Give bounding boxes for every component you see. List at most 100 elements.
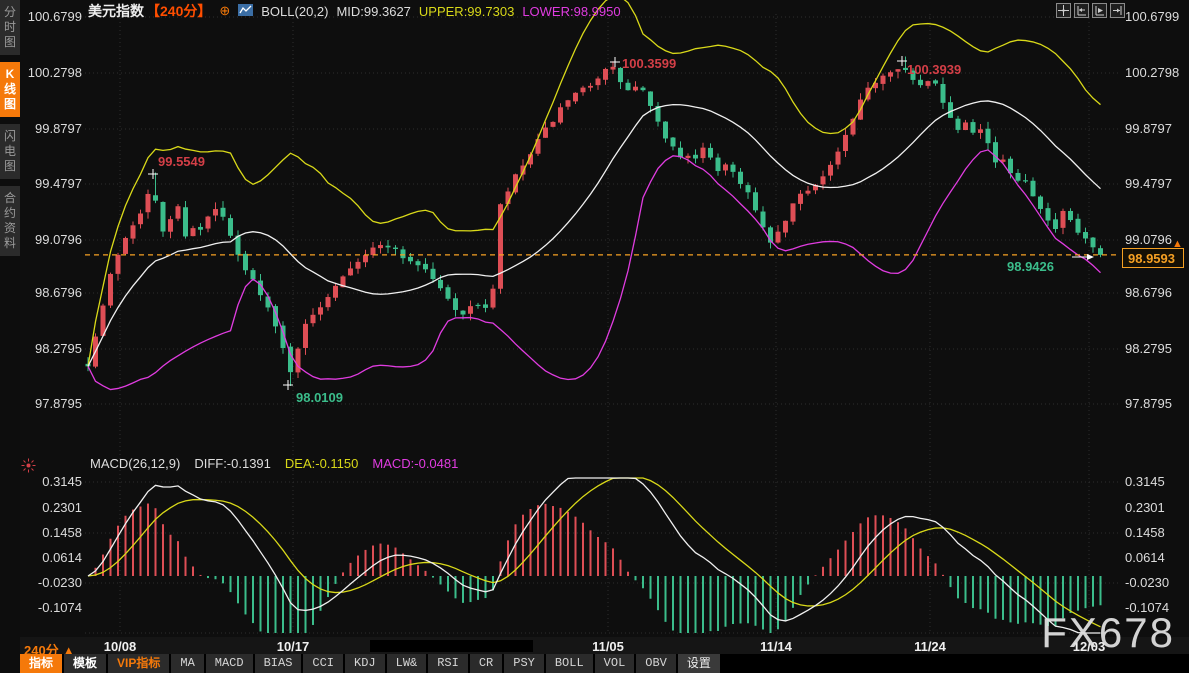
candle-body xyxy=(423,264,428,269)
sidebar-tab-4[interactable]: 合 约 资 料 xyxy=(0,186,20,256)
macd-dea-value: DEA:-0.1150 xyxy=(285,456,358,471)
candle-body xyxy=(356,262,361,269)
candle-body xyxy=(1091,238,1096,248)
candle-body xyxy=(723,164,728,170)
macd-axis-label-left: -0.0230 xyxy=(38,575,82,590)
candle-body xyxy=(431,269,436,279)
candle-body xyxy=(198,227,203,230)
candle-body xyxy=(738,172,743,184)
chart-toolbar xyxy=(1056,3,1125,18)
date-label: 11/24 xyxy=(914,639,947,654)
macd-macd-value: MACD:-0.0481 xyxy=(372,456,458,471)
candle-body xyxy=(731,165,736,172)
candle-body xyxy=(116,255,121,274)
indicator-settings-icon[interactable] xyxy=(21,458,36,478)
compress-x-icon[interactable] xyxy=(1074,3,1089,18)
candle-body xyxy=(1031,181,1036,197)
menu-button-OBV[interactable]: OBV xyxy=(636,654,678,673)
candle-body xyxy=(828,165,833,176)
candle-body xyxy=(131,225,136,238)
macd-params-label: MACD(26,12,9) xyxy=(90,456,180,471)
y-axis-label-right: 99.0796 xyxy=(1125,232,1172,247)
candle-body xyxy=(948,102,953,118)
candle-body xyxy=(633,87,638,91)
plus-circle-icon[interactable]: ⊕ xyxy=(219,3,230,19)
menu-button-LW&[interactable]: LW& xyxy=(387,654,429,673)
y-axis-label-left: 100.2798 xyxy=(28,65,82,80)
menu-button-VIP指标[interactable]: VIP指标 xyxy=(108,654,171,673)
date-label: 10/17 xyxy=(277,639,310,654)
candle-body xyxy=(161,202,166,232)
menu-button-指标[interactable]: 指标 xyxy=(20,654,64,673)
candle-body xyxy=(476,305,481,306)
candle-body xyxy=(888,72,893,76)
candle-body xyxy=(333,286,338,298)
candle-body xyxy=(978,129,983,133)
boll-mid-line xyxy=(88,101,1101,366)
pan-icon[interactable] xyxy=(1056,3,1071,18)
candle-body xyxy=(348,268,353,275)
candle-body xyxy=(183,207,188,236)
menu-button-KDJ[interactable]: KDJ xyxy=(345,654,387,673)
candle-body xyxy=(963,122,968,130)
candle-body xyxy=(708,148,713,158)
macd-axis-label-right: 0.0614 xyxy=(1125,550,1165,565)
candle-body xyxy=(671,138,676,147)
y-axis-label-right: 98.2795 xyxy=(1125,341,1172,356)
sidebar-tab-3[interactable]: 闪 电 图 xyxy=(0,124,20,179)
macd-diff-value: DIFF:-0.1391 xyxy=(194,456,271,471)
price-up-arrow-icon: ▲ xyxy=(1172,238,1183,250)
macd-axis-label-right: 0.2301 xyxy=(1125,500,1165,515)
menu-button-PSY[interactable]: PSY xyxy=(504,654,546,673)
candle-body xyxy=(303,324,308,348)
candle-body xyxy=(371,248,376,256)
menu-button-模板[interactable]: 模板 xyxy=(64,654,108,673)
candle-body xyxy=(693,155,698,159)
chart-canvas[interactable]: 100.6799100.6799100.2798100.279899.87979… xyxy=(0,0,1189,673)
candle-body xyxy=(251,270,256,279)
menu-button-MA[interactable]: MA xyxy=(171,654,205,673)
candle-body xyxy=(221,208,226,217)
sidebar-tab-2[interactable]: K 线 图 xyxy=(0,62,20,117)
arrow-marker-head xyxy=(1087,254,1094,260)
candle-body xyxy=(746,185,751,192)
shift-right-icon[interactable] xyxy=(1110,3,1125,18)
boll-upper-value: UPPER:99.7303 xyxy=(419,4,514,19)
menu-button-CCI[interactable]: CCI xyxy=(303,654,345,673)
candle-body xyxy=(408,257,413,261)
macd-axis-label-left: 0.0614 xyxy=(42,550,82,565)
candle-body xyxy=(191,228,196,236)
mini-chart-icon[interactable] xyxy=(238,4,253,19)
candle-body xyxy=(1038,197,1043,209)
macd-axis-label-left: -0.1074 xyxy=(38,600,82,615)
menu-button-MACD[interactable]: MACD xyxy=(206,654,255,673)
price-annotation: 98.0109 xyxy=(296,390,343,405)
candle-body xyxy=(461,311,466,315)
candle-body xyxy=(926,81,931,86)
candle-body xyxy=(776,232,781,243)
price-annotation: 100.3939 xyxy=(907,62,961,77)
candle-body xyxy=(821,176,826,184)
date-scrollbar[interactable] xyxy=(370,640,533,652)
candle-body xyxy=(146,194,151,212)
candle-body xyxy=(918,80,923,85)
candle-body xyxy=(971,122,976,133)
candle-body xyxy=(236,236,241,255)
chart-header: 美元指数【240分】 ⊕ BOLL(20,2) MID:99.3627 UPPE… xyxy=(88,2,621,20)
menu-button-BOLL[interactable]: BOLL xyxy=(546,654,595,673)
candle-body xyxy=(611,67,616,70)
menu-button-RSI[interactable]: RSI xyxy=(428,654,470,673)
y-axis-label-left: 97.8795 xyxy=(35,396,82,411)
candle-body xyxy=(416,261,421,265)
candle-body xyxy=(378,245,383,248)
candle-body xyxy=(663,122,668,139)
menu-button-VOL[interactable]: VOL xyxy=(595,654,637,673)
candle-body xyxy=(446,287,451,299)
sidebar-tab-1[interactable]: 分 时 图 xyxy=(0,0,20,55)
menu-button-设置[interactable]: 设置 xyxy=(678,654,722,673)
price-annotation: 100.3599 xyxy=(622,56,676,71)
macd-axis-label-left: 0.3145 xyxy=(42,474,82,489)
menu-button-CR[interactable]: CR xyxy=(470,654,504,673)
menu-button-BIAS[interactable]: BIAS xyxy=(255,654,304,673)
expand-x-icon[interactable] xyxy=(1092,3,1107,18)
